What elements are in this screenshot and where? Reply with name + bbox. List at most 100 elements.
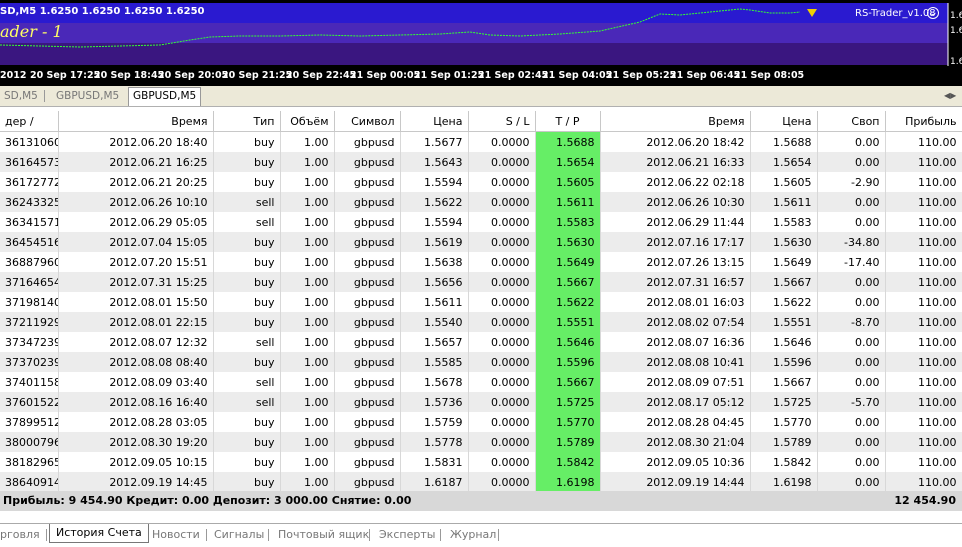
col-symbol-header[interactable]: Символ [334,111,401,132]
chart-title: SD,M5 1.6250 1.6250 1.6250 1.6250 [0,6,205,17]
col-price-cell: 1.5678 [400,372,469,392]
tab-experts[interactable]: Эксперты [379,528,435,541]
chart-tab[interactable]: GBPUSD,M5 [52,88,123,104]
tab-signals[interactable]: Сигналы [214,528,264,541]
tab-mailbox[interactable]: Почтовый ящик [278,528,369,541]
col-close-price-cell: 1.5725 [750,392,818,412]
col-type-header[interactable]: Тип [213,111,281,132]
col-volume-cell: 1.00 [280,192,335,212]
col-sl-header[interactable]: S / L [468,111,536,132]
table-row[interactable]: 37198140 2012.08.01 15:50 buy 1.00 gbpusd 1.5… [0,292,962,312]
col-tp-header[interactable]: T / P [535,111,601,132]
col-swap-cell: -8.70 [817,312,886,332]
col-open-time-cell: 2012.06.21 16:25 [58,152,214,172]
tab-news[interactable]: Новости [152,528,200,541]
table-row[interactable]: 38182965 2012.09.05 10:15 buy 1.00 gbpusd 1.5… [0,452,962,472]
col-order-header[interactable]: дер / [0,111,59,132]
table-row[interactable]: 37601522 2012.08.16 16:40 sell 1.00 gbpusd 1.… [0,392,962,412]
col-profit-cell: 110.00 [885,172,962,192]
col-sl-cell: 0.0000 [468,312,536,332]
summary-text: Прибыль: 9 454.90 Кредит: 0.00 Депозит: … [3,494,412,507]
col-close-time-cell: 2012.06.26 10:30 [600,192,751,212]
col-order-cell: 38000796 [0,432,59,452]
col-symbol-cell: gbpusd [334,432,401,452]
col-sl-cell: 0.0000 [468,292,536,312]
col-close-price-cell: 1.6198 [750,472,818,492]
col-swap-cell: 0.00 [817,152,886,172]
tab-trade[interactable]: рговля [0,528,40,541]
col-sl-cell: 0.0000 [468,212,536,232]
col-sl-cell: 0.0000 [468,232,536,252]
tab-separator [498,529,499,541]
col-tp-cell: 1.5630 [535,232,601,252]
col-symbol-cell: gbpusd [334,152,401,172]
col-sl-cell: 0.0000 [468,412,536,432]
col-volume-cell: 1.00 [280,472,335,492]
tab-separator [268,529,269,541]
col-profit-header[interactable]: Прибыль [885,111,962,132]
col-price-cell: 1.5611 [400,292,469,312]
col-volume-cell: 1.00 [280,332,335,352]
col-volume-cell: 1.00 [280,312,335,332]
tab-separator [440,529,441,541]
summary-total: 12 454.90 [894,494,956,507]
table-row[interactable]: 36887960 2012.07.20 15:51 buy 1.00 gbpusd 1.5… [0,252,962,272]
col-tp-cell: 1.5583 [535,212,601,232]
table-row[interactable]: 37347239 2012.08.07 12:32 sell 1.00 gbpusd 1.… [0,332,962,352]
smiley-icon [927,7,939,19]
col-sl-cell: 0.0000 [468,392,536,412]
col-volume-header[interactable]: Объём [280,111,335,132]
col-sl-cell: 0.0000 [468,432,536,452]
col-close-time-cell: 2012.08.17 05:12 [600,392,751,412]
col-swap-header[interactable]: Своп [817,111,886,132]
col-symbol-cell: gbpusd [334,212,401,232]
col-tp-cell: 1.5654 [535,152,601,172]
col-price-cell: 1.5656 [400,272,469,292]
col-type-cell: sell [213,332,281,352]
table-row[interactable]: 36172772 2012.06.21 20:25 buy 1.00 gbpusd 1.5… [0,172,962,192]
price-chart[interactable]: SD,M5 1.6250 1.6250 1.6250 1.6250 ader -… [0,0,962,86]
tab-journal[interactable]: Журнал [450,528,496,541]
col-swap-cell: 0.00 [817,332,886,352]
table-row[interactable]: 36243325 2012.06.26 10:10 sell 1.00 gbpusd 1.… [0,192,962,212]
col-volume-cell: 1.00 [280,172,335,192]
col-open-time-cell: 2012.08.30 19:20 [58,432,214,452]
col-price-cell: 1.5594 [400,212,469,232]
table-row[interactable]: 36454516 2012.07.04 15:05 buy 1.00 gbpusd 1.5… [0,232,962,252]
col-sl-cell: 0.0000 [468,452,536,472]
time-label: 21 Sep 00:05 [350,70,421,81]
col-price-header[interactable]: Цена [400,111,469,132]
col-close-price-header[interactable]: Цена [750,111,818,132]
time-label: 21 Sep 05:25 [606,70,677,81]
col-open-time-header[interactable]: Время [58,111,214,132]
tab-scroll-arrows-icon[interactable]: ◀▶ [944,91,956,100]
col-open-time-cell: 2012.08.16 16:40 [58,392,214,412]
col-profit-cell: 110.00 [885,472,962,492]
col-symbol-cell: gbpusd [334,292,401,312]
col-order-cell: 37198140 [0,292,59,312]
table-row[interactable]: 36131060 2012.06.20 18:40 buy 1.00 gbpusd 1.5… [0,131,962,152]
col-profit-cell: 110.00 [885,432,962,452]
col-close-time-header[interactable]: Время [600,111,751,132]
table-row[interactable]: 37401158 2012.08.09 03:40 sell 1.00 gbpusd 1.… [0,372,962,392]
table-row[interactable]: 37164654 2012.07.31 15:25 buy 1.00 gbpusd 1.5… [0,272,962,292]
col-close-price-cell: 1.5596 [750,352,818,372]
col-volume-cell: 1.00 [280,412,335,432]
table-row[interactable]: 37370239 2012.08.08 08:40 buy 1.00 gbpusd 1.5… [0,352,962,372]
chart-tab[interactable]: SD,M5 [0,88,42,104]
col-close-price-cell: 1.5649 [750,252,818,272]
table-row[interactable]: 37211929 2012.08.01 22:15 buy 1.00 gbpusd 1.5… [0,312,962,332]
col-volume-cell: 1.00 [280,232,335,252]
table-row[interactable]: 36164573 2012.06.21 16:25 buy 1.00 gbpusd 1.5… [0,152,962,172]
table-row[interactable]: 38640914 2012.09.19 14:45 buy 1.00 gbpusd 1.6… [0,472,962,492]
col-order-cell: 37347239 [0,332,59,352]
table-row[interactable]: 38000796 2012.08.30 19:20 buy 1.00 gbpusd 1.5… [0,432,962,452]
col-type-cell: buy [213,152,281,172]
tab-account-history[interactable]: История Счета [49,524,149,543]
table-row[interactable]: 36341571 2012.06.29 05:05 sell 1.00 gbpusd 1.… [0,212,962,232]
chart-tab-active[interactable]: GBPUSD,M5 [128,87,202,106]
table-row[interactable]: 37899512 2012.08.28 03:05 buy 1.00 gbpusd 1.5… [0,412,962,432]
col-close-time-cell: 2012.08.09 07:51 [600,372,751,392]
col-type-cell: buy [213,352,281,372]
col-order-cell: 37401158 [0,372,59,392]
